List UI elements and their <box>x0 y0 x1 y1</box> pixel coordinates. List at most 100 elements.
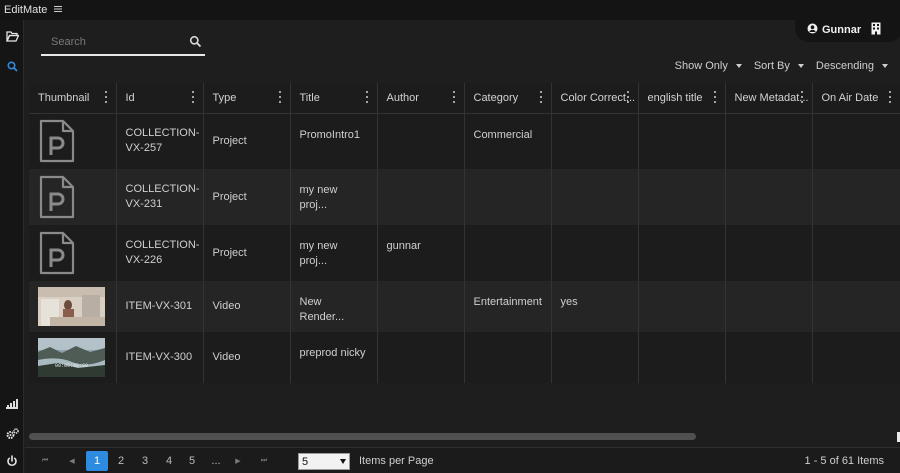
column-header-title[interactable]: Title <box>290 83 378 114</box>
kebab-menu-icon[interactable] <box>452 91 456 103</box>
caret-down-icon <box>735 64 742 68</box>
items-per-page-select[interactable]: 5 <box>298 453 350 470</box>
kebab-menu-icon[interactable] <box>104 91 108 103</box>
signal-bars-icon[interactable] <box>4 396 20 412</box>
project-document-icon <box>39 231 75 275</box>
list-controls: Show Only Sort By Descending <box>675 60 888 72</box>
project-document-icon <box>39 175 75 219</box>
kebab-menu-icon[interactable] <box>800 91 804 103</box>
cogs-icon[interactable] <box>4 426 20 442</box>
building-icon[interactable] <box>871 22 881 38</box>
kebab-menu-icon[interactable] <box>888 91 892 103</box>
author-cell <box>377 113 465 169</box>
page-4-button[interactable]: 4 <box>162 451 176 471</box>
page-3-button[interactable]: 3 <box>138 451 152 471</box>
new-metadata-cell <box>725 169 813 225</box>
search-icon[interactable] <box>4 58 20 74</box>
column-header-thumbnail[interactable]: Thumbnail <box>29 83 117 114</box>
horizontal-scrollbar[interactable] <box>29 433 896 440</box>
kebab-menu-icon[interactable] <box>191 91 195 103</box>
kebab-menu-icon[interactable] <box>278 91 282 103</box>
new-metadata-cell <box>725 113 813 169</box>
title-cell: New Render... <box>290 281 378 332</box>
title-cell: my new proj... <box>290 225 378 281</box>
sort-by-dropdown[interactable]: Sort By <box>754 60 804 72</box>
page-5-button[interactable]: 5 <box>185 451 199 471</box>
english-title-cell <box>638 332 726 383</box>
new-metadata-cell <box>725 332 813 383</box>
column-header-category[interactable]: Category <box>464 83 552 114</box>
user-menu[interactable]: Gunnar <box>795 18 900 42</box>
kebab-menu-icon[interactable] <box>713 91 717 103</box>
id-cell: COLLECTION-VX-257 <box>116 113 204 169</box>
type-cell: Project <box>203 225 291 281</box>
more-pages-button[interactable]: ... <box>208 451 224 471</box>
author-cell: gunnar <box>377 225 465 281</box>
kebab-menu-icon[interactable] <box>626 91 630 103</box>
caret-down-icon <box>797 64 804 68</box>
left-rail <box>0 20 24 473</box>
table-row[interactable]: COLLECTION-VX-231 Project my new proj... <box>29 169 900 225</box>
id-cell: ITEM-VX-300 <box>116 332 204 383</box>
type-cell: Project <box>203 169 291 225</box>
last-page-button[interactable]: ⏭ <box>258 451 270 471</box>
column-header-author[interactable]: Author <box>377 83 465 114</box>
new-metadata-cell <box>725 225 813 281</box>
english-title-cell <box>638 225 726 281</box>
first-page-button[interactable]: ⏮ <box>39 451 51 471</box>
english-title-cell <box>638 169 726 225</box>
thumbnail-cell <box>29 169 117 225</box>
video-thumbnail-landscape: 00:00:00:00 <box>38 338 105 377</box>
video-thumbnail-office <box>38 287 105 326</box>
column-header-new-metadata[interactable]: New Metadat... <box>725 83 813 114</box>
table-row[interactable]: 00:00:00:00 ITEM-VX-300 Video preprod ni… <box>29 332 900 383</box>
next-page-button[interactable]: ▶ <box>232 451 244 471</box>
category-cell: Entertainment <box>464 281 552 332</box>
items-per-page-label: Items per Page <box>359 455 434 467</box>
pagination-bar: ⏮ ◀ 1 2 3 4 5 ... ▶ ⏭ 5 Items per Page 1… <box>25 447 900 473</box>
prev-page-button[interactable]: ◀ <box>66 451 78 471</box>
color-correct-cell <box>551 169 639 225</box>
folder-open-icon[interactable] <box>4 28 20 44</box>
on-air-date-cell <box>812 281 900 332</box>
results-grid: Thumbnail Id Type Title Author Category … <box>29 83 900 384</box>
search-icon[interactable] <box>189 35 203 49</box>
page-2-button[interactable]: 2 <box>114 451 128 471</box>
color-correct-cell <box>551 332 639 383</box>
kebab-menu-icon[interactable] <box>365 91 369 103</box>
category-cell <box>464 332 552 383</box>
kebab-menu-icon[interactable] <box>539 91 543 103</box>
video-timecode: 00:00:00:00 <box>55 363 89 369</box>
table-row[interactable]: COLLECTION-VX-226 Project my new proj...… <box>29 225 900 281</box>
items-summary: 1 - 5 of 61 Items <box>804 455 884 467</box>
thumbnail-cell: 00:00:00:00 <box>29 332 117 383</box>
hamburger-menu-icon[interactable] <box>54 4 63 16</box>
type-cell: Video <box>203 281 291 332</box>
caret-down-icon <box>882 64 888 68</box>
on-air-date-cell <box>812 225 900 281</box>
column-header-on-air-date[interactable]: On Air Date <box>812 83 900 114</box>
show-only-dropdown[interactable]: Show Only <box>675 60 742 72</box>
color-correct-cell <box>551 225 639 281</box>
table-row[interactable]: COLLECTION-VX-257 Project PromoIntro1 Co… <box>29 113 900 169</box>
column-header-type[interactable]: Type <box>203 83 291 114</box>
page-1-button[interactable]: 1 <box>86 451 108 471</box>
column-header-id[interactable]: Id <box>116 83 204 114</box>
sort-by-label: Sort By <box>753 60 790 72</box>
scrollbar-thumb[interactable] <box>29 433 696 440</box>
color-correct-cell <box>551 113 639 169</box>
author-cell <box>377 169 465 225</box>
column-header-color-correct[interactable]: Color Correct... <box>551 83 639 114</box>
column-header-english-title[interactable]: english title <box>638 83 726 114</box>
search-input[interactable] <box>41 32 181 52</box>
project-document-icon <box>39 120 75 163</box>
power-icon[interactable] <box>4 453 20 469</box>
app-title: EditMate <box>4 4 48 16</box>
title-cell: my new proj... <box>290 169 378 225</box>
sort-order-dropdown[interactable]: Descending <box>816 60 888 72</box>
thumbnail-cell <box>29 225 117 281</box>
thumbnail-cell <box>29 113 117 169</box>
title-cell: preprod nicky <box>290 332 378 383</box>
table-row[interactable]: ITEM-VX-301 Video New Render... Entertai… <box>29 281 900 332</box>
show-only-label: Show Only <box>674 60 728 72</box>
